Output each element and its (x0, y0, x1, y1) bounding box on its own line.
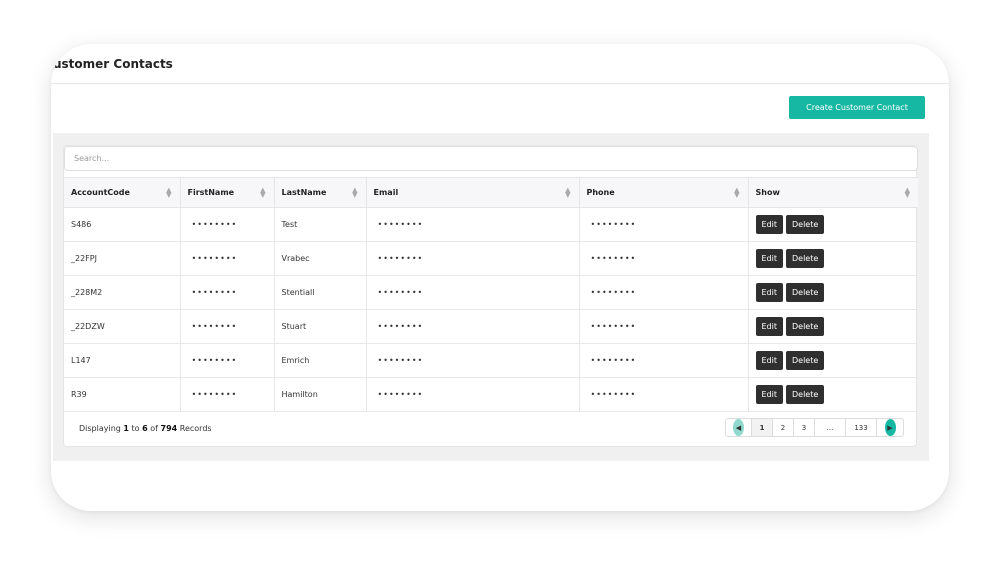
cell-accountcode: L147 (64, 343, 181, 378)
cell-lastname: Emrich (274, 343, 367, 378)
cell-lastname: Hamilton (274, 377, 367, 412)
cell-phone: •••••••• (579, 377, 749, 412)
cell-phone: •••••••• (579, 275, 749, 310)
cell-actions: Edit Delete (748, 309, 918, 344)
cell-email: •••••••• (366, 377, 580, 412)
cell-firstname: •••••••• (180, 275, 275, 310)
cell-email: •••••••• (366, 207, 580, 242)
edit-button[interactable]: Edit (755, 317, 783, 336)
sort-icon[interactable]: ▲ ▼ (565, 187, 570, 199)
cell-actions: Edit Delete (748, 377, 918, 412)
sort-icon[interactable]: ▲ ▼ (352, 187, 357, 199)
delete-button[interactable]: Delete (786, 317, 825, 336)
cell-email: •••••••• (366, 241, 580, 276)
cell-email: •••••••• (366, 343, 580, 378)
edit-button[interactable]: Edit (755, 385, 783, 404)
page-2-button[interactable]: 2 (773, 419, 794, 436)
delete-button[interactable]: Delete (786, 215, 825, 234)
create-customer-contact-button[interactable]: Create Customer Contact (789, 96, 925, 119)
column-header-firstname[interactable]: FirstName ▲ ▼ (180, 177, 275, 208)
arrow-left-icon: ◀ (733, 419, 744, 436)
search-input[interactable] (64, 146, 918, 171)
sort-icon[interactable]: ▲ ▼ (260, 187, 265, 199)
cell-lastname: Test (274, 207, 367, 242)
column-header-accountcode[interactable]: AccountCode ▲ ▼ (64, 177, 181, 208)
sort-icon[interactable]: ▲ ▼ (905, 187, 910, 199)
cell-firstname: •••••••• (180, 343, 275, 378)
cell-email: •••••••• (366, 309, 580, 344)
cell-lastname: Vrabec (274, 241, 367, 276)
delete-button[interactable]: Delete (786, 385, 825, 404)
previous-page-button[interactable]: ◀ (726, 419, 752, 436)
page-133-button[interactable]: 133 (846, 419, 877, 436)
table-row: _22FPJ •••••••• Vrabec •••••••• ••••••••… (64, 241, 918, 276)
cell-actions: Edit Delete (748, 207, 918, 242)
arrow-right-icon: ▶ (884, 419, 896, 436)
page-1-button[interactable]: 1 (752, 419, 773, 436)
edit-button[interactable]: Edit (755, 351, 783, 370)
cell-actions: Edit Delete (748, 241, 918, 276)
sort-icon[interactable]: ▲ ▼ (166, 187, 171, 199)
cell-lastname: Stentiall (274, 275, 367, 310)
table-row: L147 •••••••• Emrich •••••••• •••••••• E… (64, 343, 918, 378)
pagination: ◀ 1 2 3 ... 133 ▶ (725, 418, 904, 437)
page-title: ustomer Contacts (53, 57, 173, 71)
page-ellipsis: ... (815, 419, 846, 436)
column-header-phone[interactable]: Phone ▲ ▼ (579, 177, 749, 208)
cell-actions: Edit Delete (748, 343, 918, 378)
content-card: ustomer Contacts Create Customer Contact… (51, 44, 949, 511)
table-row: R39 •••••••• Hamilton •••••••• •••••••• … (64, 377, 918, 412)
cell-accountcode: S486 (64, 207, 181, 242)
column-header-email[interactable]: Email ▲ ▼ (366, 177, 580, 208)
delete-button[interactable]: Delete (786, 249, 825, 268)
records-summary: Displaying 1 to 6 of 794 Records (79, 424, 212, 433)
table-row: _228M2 •••••••• Stentiall •••••••• •••••… (64, 275, 918, 310)
next-page-button[interactable]: ▶ (877, 419, 903, 436)
cell-firstname: •••••••• (180, 309, 275, 344)
table-panel: AccountCode▲▼ FirstName▲▼ LastName▲▼ Ema… (63, 145, 918, 447)
cell-phone: •••••••• (579, 343, 749, 378)
cell-phone: •••••••• (579, 207, 749, 242)
cell-firstname: •••••••• (180, 377, 275, 412)
cell-firstname: •••••••• (180, 207, 275, 242)
cell-phone: •••••••• (579, 241, 749, 276)
cell-accountcode: _22FPJ (64, 241, 181, 276)
cell-actions: Edit Delete (748, 275, 918, 310)
sort-icon[interactable]: ▲ ▼ (734, 187, 739, 199)
edit-button[interactable]: Edit (755, 249, 783, 268)
column-header-lastname[interactable]: LastName ▲ ▼ (274, 177, 367, 208)
edit-button[interactable]: Edit (755, 283, 783, 302)
cell-phone: •••••••• (579, 309, 749, 344)
title-bar: ustomer Contacts (51, 44, 949, 84)
cell-accountcode: _22DZW (64, 309, 181, 344)
cell-firstname: •••••••• (180, 241, 275, 276)
cell-email: •••••••• (366, 275, 580, 310)
delete-button[interactable]: Delete (786, 351, 825, 370)
table-row: S486 •••••••• Test •••••••• •••••••• Edi… (64, 207, 918, 242)
column-header-show[interactable]: Show ▲ ▼ (748, 177, 918, 208)
table-row: _22DZW •••••••• Stuart •••••••• ••••••••… (64, 309, 918, 344)
table-container: AccountCode▲▼ FirstName▲▼ LastName▲▼ Ema… (53, 133, 929, 461)
table-header-row: AccountCode ▲ ▼ FirstName ▲ ▼ LastName ▲ ▼ Ema… (64, 177, 918, 208)
edit-button[interactable]: Edit (755, 215, 783, 234)
cell-lastname: Stuart (274, 309, 367, 344)
delete-button[interactable]: Delete (786, 283, 825, 302)
page-3-button[interactable]: 3 (794, 419, 815, 436)
contacts-table: AccountCode ▲ ▼ FirstName ▲ ▼ LastName ▲ ▼ Ema… (64, 177, 918, 412)
cell-accountcode: R39 (64, 377, 181, 412)
cell-accountcode: _228M2 (64, 275, 181, 310)
